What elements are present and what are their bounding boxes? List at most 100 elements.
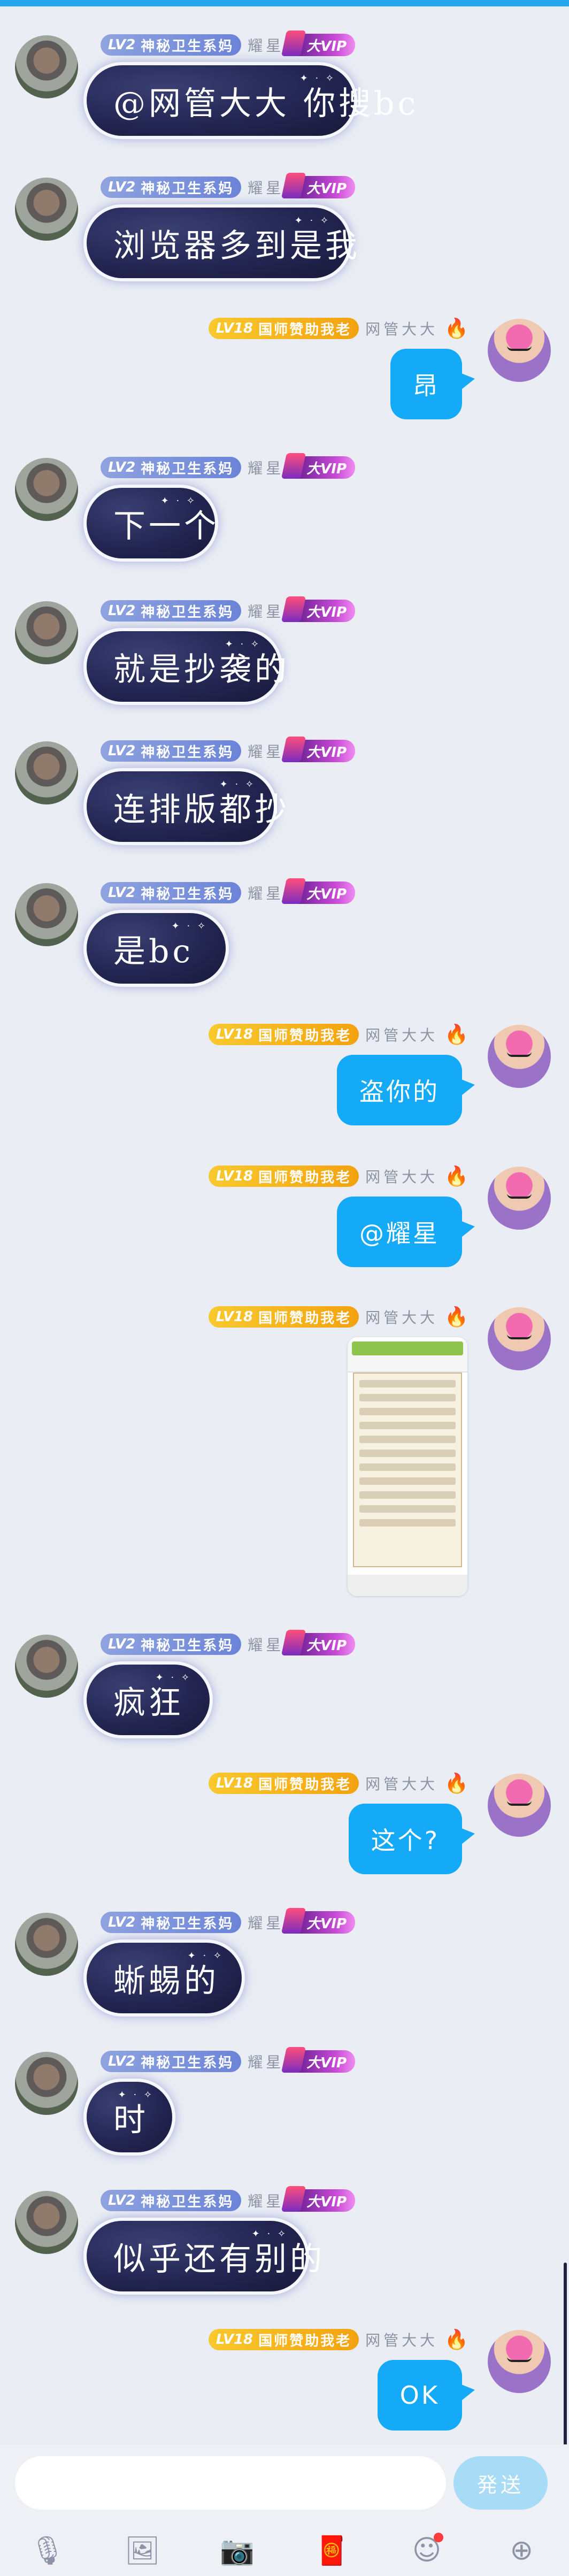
shared-screenshot-image[interactable] bbox=[348, 1337, 467, 1596]
screenshot-footer bbox=[348, 1575, 467, 1596]
level-badge: LV18 国师赞助我老 bbox=[208, 1166, 359, 1187]
level-label: LV18 bbox=[216, 1026, 253, 1042]
sender-nickname[interactable]: 耀星 bbox=[248, 1912, 284, 1933]
camera-icon[interactable]: 📷 bbox=[218, 2532, 256, 2569]
glasses-icon bbox=[507, 1796, 532, 1806]
avatar-admin[interactable] bbox=[488, 2330, 551, 2393]
emoji-icon[interactable]: ☺ bbox=[408, 2532, 445, 2569]
message-row: LV2 神秘卫生系妈 耀星 大VIP 似乎还有别的 bbox=[0, 2188, 569, 2305]
vip-badge: 大VIP bbox=[290, 176, 356, 198]
screenshot-line bbox=[359, 1422, 456, 1429]
message-bubble[interactable]: 就是抄袭的 bbox=[87, 631, 287, 702]
message-bubble[interactable]: OK bbox=[377, 2360, 475, 2431]
sender-nickname[interactable]: 耀星 bbox=[248, 177, 284, 198]
message-row: LV2 神秘卫生系妈 耀星 大VIP 就是抄袭的 bbox=[0, 598, 569, 716]
avatar-yaoxing[interactable] bbox=[15, 741, 78, 804]
vip-badge: 大VIP bbox=[290, 600, 356, 622]
sender-meta: LV18 国师赞助我老 网管大大 🔥 bbox=[208, 1022, 468, 1047]
message-row: LV2 神秘卫生系妈 耀星 大VIP @网管大大 你搜bc bbox=[0, 32, 569, 150]
avatar-yaoxing[interactable] bbox=[15, 2191, 78, 2254]
sender-meta: LV2 神秘卫生系妈 耀星 大VIP bbox=[101, 2188, 356, 2213]
title-label: 神秘卫生系妈 bbox=[141, 1637, 234, 1654]
avatar-admin[interactable] bbox=[488, 1025, 551, 1088]
screenshot-line bbox=[359, 1380, 456, 1387]
send-button[interactable]: 発送 bbox=[453, 2456, 548, 2510]
sender-nickname[interactable]: 耀星 bbox=[248, 2051, 284, 2072]
sender-meta: LV2 神秘卫生系妈 耀星 大VIP bbox=[101, 32, 356, 58]
message-input[interactable] bbox=[15, 2456, 446, 2510]
avatar-admin[interactable] bbox=[488, 1774, 551, 1837]
avatar-yaoxing[interactable] bbox=[15, 601, 78, 664]
avatar-yaoxing[interactable] bbox=[15, 1913, 78, 1976]
sender-meta: LV18 国师赞助我老 网管大大 🔥 bbox=[208, 2327, 468, 2352]
message-bubble[interactable]: 连排版都抄 bbox=[87, 771, 287, 842]
message-row: LV18 国师赞助我老 网管大大 🔥 @耀星 bbox=[0, 1163, 569, 1281]
microphone-icon[interactable]: 🎙 bbox=[29, 2532, 66, 2569]
avatar-admin[interactable] bbox=[488, 1307, 551, 1370]
message-bubble[interactable]: 盗你的 bbox=[337, 1055, 475, 1125]
message-row: LV2 神秘卫生系妈 耀星 大VIP 浏览器多到是我 bbox=[0, 174, 569, 292]
level-badge: LV2 神秘卫生系妈 bbox=[101, 1634, 242, 1655]
sender-nickname[interactable]: 网管大大 bbox=[365, 1166, 438, 1187]
level-label: LV2 bbox=[108, 743, 136, 759]
flame-icon: 🔥 bbox=[444, 2329, 468, 2351]
sender-nickname[interactable]: 网管大大 bbox=[365, 1024, 438, 1045]
level-badge: LV18 国师赞助我老 bbox=[208, 1306, 359, 1328]
level-badge: LV18 国师赞助我老 bbox=[208, 1773, 359, 1794]
message-bubble[interactable]: 下一个 bbox=[87, 488, 216, 558]
plus-icon[interactable]: ⊕ bbox=[503, 2532, 540, 2569]
scrollbar[interactable] bbox=[564, 2263, 567, 2455]
title-label: 国师赞助我老 bbox=[258, 1310, 352, 1327]
sender-nickname[interactable]: 耀星 bbox=[248, 740, 284, 762]
title-label: 国师赞助我老 bbox=[258, 2333, 352, 2349]
level-label: LV2 bbox=[108, 603, 136, 619]
sender-meta: LV2 神秘卫生系妈 耀星 大VIP bbox=[101, 2049, 356, 2074]
level-badge: LV2 神秘卫生系妈 bbox=[101, 1912, 242, 1933]
avatar-yaoxing[interactable] bbox=[15, 35, 78, 98]
avatar-yaoxing[interactable] bbox=[15, 2052, 78, 2115]
sender-nickname[interactable]: 耀星 bbox=[248, 34, 284, 56]
message-bubble[interactable]: 这个? bbox=[348, 1804, 475, 1874]
sender-nickname[interactable]: 耀星 bbox=[248, 457, 284, 478]
vip-badge: 大VIP bbox=[290, 34, 356, 56]
sender-nickname[interactable]: 网管大大 bbox=[365, 1773, 438, 1794]
flame-icon: 🔥 bbox=[444, 318, 468, 340]
image-icon[interactable]: 🖼 bbox=[124, 2532, 161, 2569]
title-label: 神秘卫生系妈 bbox=[141, 604, 234, 620]
red-envelope-icon[interactable]: 🧧 bbox=[313, 2532, 351, 2569]
sender-nickname[interactable]: 耀星 bbox=[248, 882, 284, 903]
sender-nickname[interactable]: 网管大大 bbox=[365, 2329, 438, 2350]
screenshot-header bbox=[348, 1341, 467, 1373]
avatar-admin[interactable] bbox=[488, 319, 551, 382]
message-bubble[interactable]: @耀星 bbox=[337, 1197, 475, 1267]
flame-icon: 🔥 bbox=[444, 1306, 468, 1328]
level-badge: LV2 神秘卫生系妈 bbox=[101, 2051, 242, 2072]
sender-nickname[interactable]: 耀星 bbox=[248, 1634, 284, 1655]
message-bubble[interactable]: 昂 bbox=[390, 349, 475, 419]
avatar-yaoxing[interactable] bbox=[15, 458, 78, 521]
toolbar: 🎙 🖼 📷 🧧 ☺ ⊕ bbox=[0, 2525, 569, 2576]
glasses-icon bbox=[507, 2352, 532, 2362]
avatar-yaoxing[interactable] bbox=[15, 178, 78, 241]
sender-meta: LV18 国师赞助我老 网管大大 🔥 bbox=[208, 1163, 468, 1189]
sender-nickname[interactable]: 耀星 bbox=[248, 600, 284, 622]
glasses-icon bbox=[507, 1189, 532, 1199]
sender-nickname[interactable]: 网管大大 bbox=[365, 318, 438, 339]
title-label: 神秘卫生系妈 bbox=[141, 2054, 234, 2071]
message-bubble[interactable]: 时 bbox=[87, 2082, 172, 2152]
message-bubble[interactable]: 蜥蜴的 bbox=[87, 1943, 242, 2013]
message-bubble[interactable]: 疯狂 bbox=[87, 1665, 210, 1735]
sender-nickname[interactable]: 耀星 bbox=[248, 2190, 284, 2211]
sender-nickname[interactable]: 网管大大 bbox=[365, 1306, 438, 1328]
avatar-yaoxing[interactable] bbox=[15, 883, 78, 946]
avatar-admin[interactable] bbox=[488, 1167, 551, 1230]
level-label: LV2 bbox=[108, 179, 136, 195]
message-bubble[interactable]: 浏览器多到是我 bbox=[87, 208, 357, 278]
avatar-yaoxing[interactable] bbox=[15, 1635, 78, 1698]
message-row: LV18 国师赞助我老 网管大大 🔥 OK bbox=[0, 2327, 569, 2444]
message-bubble[interactable]: 似乎还有别的 bbox=[87, 2221, 322, 2291]
message-bubble[interactable]: @网管大大 你搜bc bbox=[87, 65, 416, 136]
title-label: 神秘卫生系妈 bbox=[141, 180, 234, 197]
message-bubble[interactable]: 是bc bbox=[87, 913, 226, 984]
title-label: 神秘卫生系妈 bbox=[141, 38, 234, 55]
